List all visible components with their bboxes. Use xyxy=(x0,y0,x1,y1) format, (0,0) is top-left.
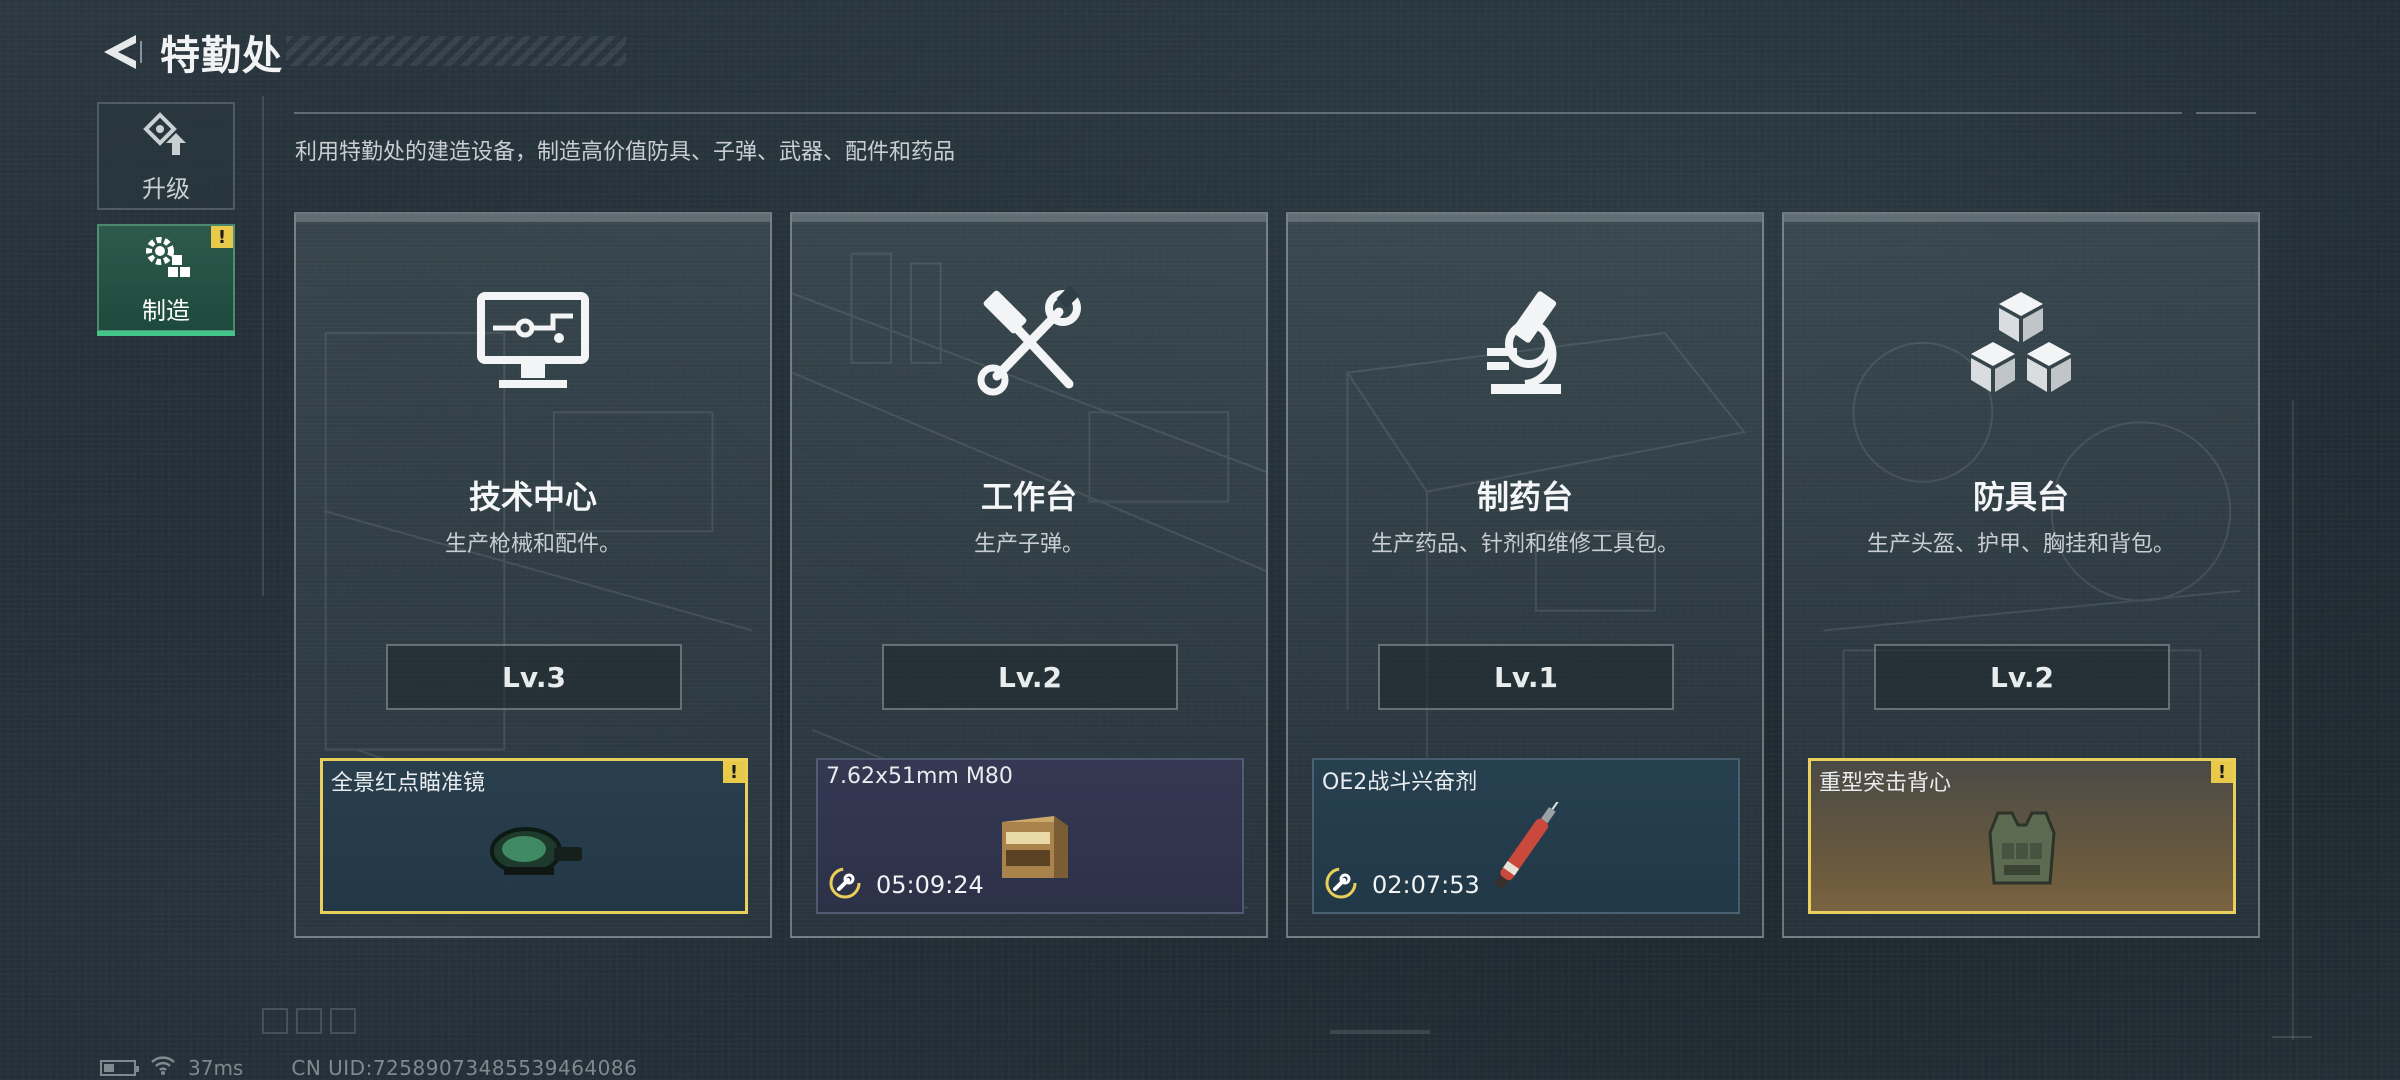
station-level-button[interactable]: Lv.2 xyxy=(1874,644,2170,710)
vest-icon xyxy=(1811,803,2233,893)
alert-badge: ! xyxy=(723,761,745,783)
hammer-wrench-icon xyxy=(792,284,1266,404)
station-card-tech-center[interactable]: 技术中心 生产枪械和配件。 Lv.3 全景红点瞄准镜 ! xyxy=(294,212,772,938)
alert-badge: ! xyxy=(211,226,233,248)
page-subtitle: 利用特勤处的建造设备，制造高价值防具、子弹、武器、配件和药品 xyxy=(295,140,956,165)
craft-timer: 02:07:53 xyxy=(1324,866,1480,904)
station-level-button[interactable]: Lv.1 xyxy=(1378,644,1674,710)
station-description: 生产枪械和配件。 xyxy=(444,532,621,557)
station-description: 生产子弹。 xyxy=(973,532,1084,557)
craft-item-name: 重型突击背心 xyxy=(1819,771,1952,796)
nav-label-craft: 制造 xyxy=(142,296,190,325)
upgrade-icon xyxy=(140,109,192,165)
station-title: 工作台 xyxy=(980,478,1077,516)
gear-cubes-icon xyxy=(140,231,192,287)
wrench-timer-icon xyxy=(828,866,862,904)
station-card-workbench[interactable]: 工作台 生产子弹。 Lv.2 7.62x51mm M80 05:09:24 xyxy=(790,212,1268,938)
side-nav: 升级 ! 制造 xyxy=(97,102,235,346)
wifi-icon xyxy=(150,1054,176,1080)
user-uid: CN UID:7258907348553946408​6 xyxy=(291,1055,638,1080)
decoration xyxy=(262,1008,356,1034)
divider xyxy=(262,96,264,596)
cubes-icon xyxy=(1784,284,2258,404)
craft-item-name: 7.62x51mm M80 xyxy=(826,764,1013,789)
red-dot-sight-icon xyxy=(323,803,745,893)
craft-time-remaining: 05:09:24 xyxy=(876,871,984,899)
wrench-timer-icon xyxy=(1324,866,1358,904)
station-card-pharmacy[interactable]: 制药台 生产药品、针剂和维修工具包。 Lv.1 OE2战斗兴奋剂 02:07:5… xyxy=(1286,212,1764,938)
back-button[interactable] xyxy=(96,24,146,80)
decoration xyxy=(1330,1030,1430,1034)
craft-slot[interactable]: 重型突击背心 ! xyxy=(1808,758,2236,914)
station-level-button[interactable]: Lv.2 xyxy=(882,644,1178,710)
craft-item-name: OE2战斗兴奋剂 xyxy=(1322,770,1478,795)
divider xyxy=(2196,112,2256,114)
divider xyxy=(294,112,2182,114)
craft-timer: 05:09:24 xyxy=(828,866,984,904)
station-title: 制药台 xyxy=(1476,478,1573,516)
microscope-icon xyxy=(1288,284,1762,404)
ping-readout: 37ms xyxy=(188,1055,244,1080)
station-level-button[interactable]: Lv.3 xyxy=(386,644,682,710)
back-arrow-icon xyxy=(104,35,142,69)
header-decoration xyxy=(286,36,626,66)
craft-slot[interactable]: 7.62x51mm M80 05:09:24 xyxy=(816,758,1244,914)
station-description: 生产头盔、护甲、胸挂和背包。 xyxy=(1866,532,2175,557)
alert-badge: ! xyxy=(2211,761,2233,783)
status-bar: 37ms CN UID:7258907348553946408​6 xyxy=(100,1054,637,1080)
craft-slot[interactable]: 全景红点瞄准镜 ! xyxy=(320,758,748,914)
station-description: 生产药品、针剂和维修工具包。 xyxy=(1370,532,1679,557)
decoration xyxy=(2272,1036,2312,1038)
station-title: 技术中心 xyxy=(468,478,597,516)
monitor-network-icon xyxy=(296,284,770,404)
craft-slot[interactable]: OE2战斗兴奋剂 02:07:53 xyxy=(1312,758,1740,914)
page-header: 特勤处 xyxy=(96,22,626,82)
decoration xyxy=(2292,400,2294,1040)
nav-item-upgrade[interactable]: 升级 xyxy=(97,102,235,210)
craft-item-name: 全景红点瞄准镜 xyxy=(331,771,486,796)
nav-label-upgrade: 升级 xyxy=(142,174,190,203)
craft-time-remaining: 02:07:53 xyxy=(1372,871,1480,899)
page-title: 特勤处 xyxy=(160,33,283,79)
nav-item-craft[interactable]: ! 制造 xyxy=(97,224,235,336)
station-card-armor[interactable]: 防具台 生产头盔、护甲、胸挂和背包。 Lv.2 重型突击背心 ! xyxy=(1782,212,2260,938)
station-title: 防具台 xyxy=(1972,478,2069,516)
battery-icon xyxy=(100,1059,139,1076)
